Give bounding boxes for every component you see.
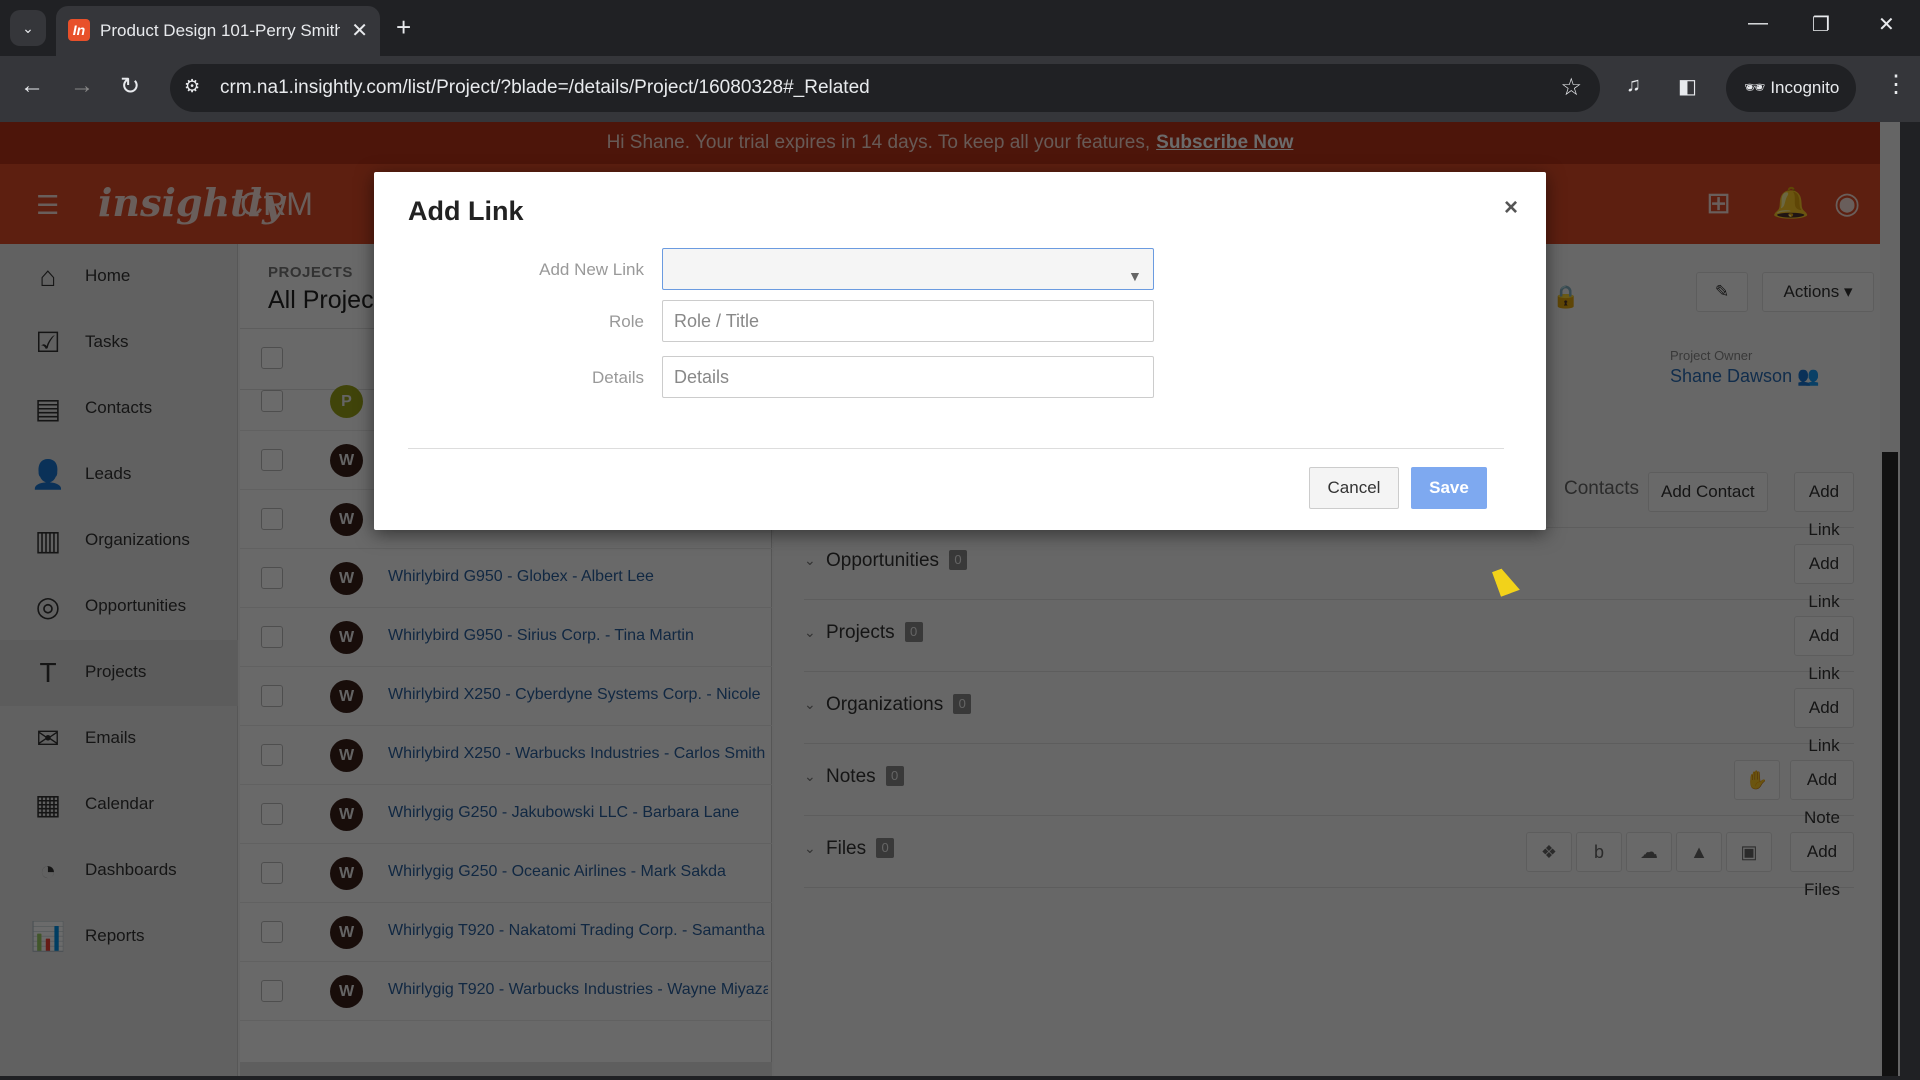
- tab-title: Product Design 101-Perry Smith: [100, 21, 340, 40]
- save-button[interactable]: Save: [1411, 467, 1487, 509]
- media-control-icon[interactable]: ♫: [1626, 74, 1641, 97]
- restore-icon[interactable]: ❐: [1812, 12, 1830, 37]
- url-text[interactable]: crm.na1.insightly.com/list/Project/?blad…: [220, 77, 870, 99]
- role-input[interactable]: [662, 300, 1154, 342]
- address-bar[interactable]: ⚙ crm.na1.insightly.com/list/Project/?bl…: [170, 64, 1600, 112]
- new-tab-button[interactable]: +: [396, 12, 411, 43]
- tab-close-icon[interactable]: ✕: [351, 18, 368, 43]
- tab-search-button[interactable]: ⌄: [10, 10, 46, 46]
- minimize-icon[interactable]: —: [1748, 12, 1768, 35]
- incognito-icon: 🕶: [1744, 78, 1771, 97]
- back-icon[interactable]: ←: [20, 72, 44, 100]
- dropdown-arrow-icon[interactable]: ▼: [1128, 268, 1142, 284]
- modal-divider: [408, 448, 1504, 449]
- insightly-favicon-icon: In: [68, 19, 90, 41]
- browser-toolbar: ← → ↻ ⚙ crm.na1.insightly.com/list/Proje…: [0, 56, 1920, 122]
- close-window-icon[interactable]: ✕: [1878, 12, 1895, 37]
- reload-icon[interactable]: ↻: [120, 72, 140, 101]
- add-link-modal: Add Link × Add New Link ▼ Role Details C…: [374, 172, 1546, 530]
- incognito-indicator[interactable]: 🕶 Incognito: [1726, 64, 1856, 112]
- browser-tab-bar: ⌄ In Product Design 101-Perry Smith ✕ + …: [0, 0, 1920, 56]
- details-label: Details: [592, 368, 644, 387]
- browser-menu-icon[interactable]: ⋮: [1884, 70, 1908, 99]
- bookmark-star-icon[interactable]: ☆: [1560, 73, 1582, 102]
- site-info-icon[interactable]: ⚙: [184, 76, 200, 97]
- side-panel-icon[interactable]: ◧: [1678, 74, 1697, 99]
- modal-close-icon[interactable]: ×: [1504, 194, 1518, 222]
- details-input[interactable]: [662, 356, 1154, 398]
- incognito-label: Incognito: [1770, 78, 1840, 97]
- cancel-button[interactable]: Cancel: [1309, 467, 1399, 509]
- modal-title: Add Link: [408, 196, 524, 226]
- insightly-page: Hi Shane. Your trial expires in 14 days.…: [0, 122, 1900, 1080]
- window-bottom-edge: [0, 1076, 1920, 1080]
- forward-icon[interactable]: →: [70, 72, 94, 100]
- add-new-link-select[interactable]: [662, 248, 1154, 290]
- add-new-link-label: Add New Link: [539, 260, 644, 279]
- browser-tab[interactable]: In Product Design 101-Perry Smith ✕: [56, 6, 380, 56]
- role-label: Role: [609, 312, 644, 331]
